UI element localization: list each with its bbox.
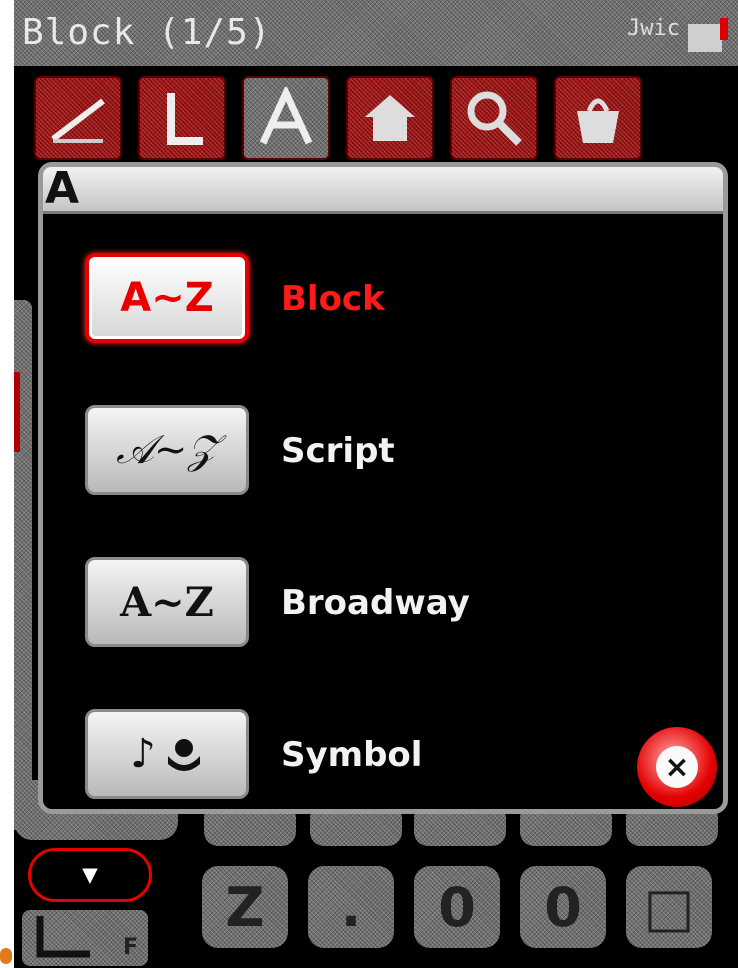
zoom-tool-button[interactable] <box>450 76 538 160</box>
font-header-icon: A <box>45 163 80 214</box>
font-select-dialog: A A~Z Block 𝒜~𝒵 Script A~Z Broadway ♪ Sy… <box>38 162 728 814</box>
script-font-button[interactable]: 𝒜~𝒵 <box>85 405 249 495</box>
script-sample: 𝒜~𝒵 <box>116 427 218 473</box>
dialog-header: A <box>43 163 723 214</box>
stitch-status: Jwic <box>627 16 680 41</box>
bag-icon <box>577 98 619 143</box>
close-button[interactable]: × <box>637 727 717 807</box>
close-icon: × <box>656 746 698 788</box>
symbol-font-button[interactable]: ♪ <box>85 709 249 799</box>
key-label: 0 <box>438 875 476 939</box>
broadway-sample: A~Z <box>120 578 214 626</box>
title-bar: Block (1/5) Jwic <box>14 0 738 66</box>
screen-title: Block (1/5) <box>22 12 272 53</box>
thread-icon <box>51 98 105 143</box>
block-label: Block <box>281 279 385 319</box>
key-button[interactable]: □ <box>626 866 712 948</box>
broadway-label: Broadway <box>281 583 470 623</box>
house-icon <box>365 95 415 141</box>
bobbin-icon <box>688 18 728 52</box>
key-label: Z <box>225 875 265 939</box>
presser-foot-button[interactable]: F <box>22 910 148 966</box>
block-font-button[interactable]: A~Z <box>85 253 249 343</box>
broadway-font-button[interactable]: A~Z <box>85 557 249 647</box>
key-button[interactable]: 0 <box>520 866 606 948</box>
letter-l-icon <box>167 93 203 145</box>
stitch-tool-button[interactable] <box>34 76 122 160</box>
key-label: □ <box>643 875 695 939</box>
script-label: Script <box>281 431 395 471</box>
scroll-down-button[interactable]: ▼ <box>28 848 152 902</box>
bag-tool-button[interactable] <box>554 76 642 160</box>
key-label: . <box>340 875 362 939</box>
foot-label: F <box>122 935 138 960</box>
key-button[interactable]: . <box>308 866 394 948</box>
device-screen: Block (1/5) Jwic A A~Z Block 𝒜~𝒵 Script … <box>14 0 738 968</box>
block-sample: A~Z <box>120 275 214 321</box>
flower-icon <box>167 739 200 771</box>
letter-l-tool-button[interactable] <box>138 76 226 160</box>
font-tool-button[interactable] <box>242 76 330 160</box>
key-label: 0 <box>544 875 582 939</box>
key-button[interactable]: 0 <box>414 866 500 948</box>
note-icon: ♪ <box>130 731 156 777</box>
font-a-icon <box>259 87 313 145</box>
home-tool-button[interactable] <box>346 76 434 160</box>
key-button[interactable]: Z <box>202 866 288 948</box>
presser-foot-icon <box>36 916 90 958</box>
left-side-marker <box>14 372 20 452</box>
symbol-label: Symbol <box>281 735 423 775</box>
magnifier-icon <box>467 91 522 146</box>
edge-indicator <box>0 948 12 964</box>
chevron-down-icon: ▼ <box>82 860 98 890</box>
